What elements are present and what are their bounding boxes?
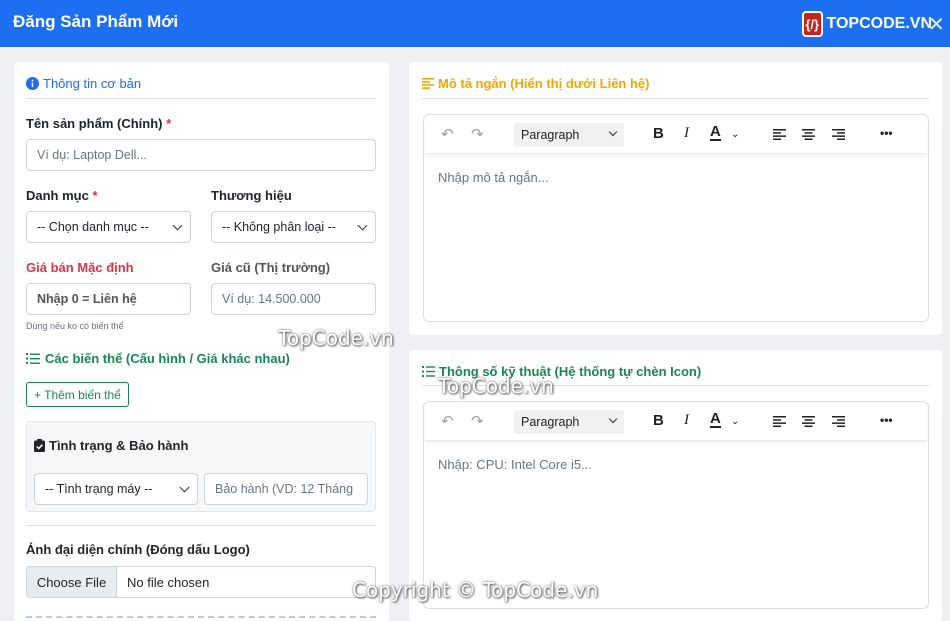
paragraph-select[interactable]: Paragraph (514, 410, 624, 434)
editor-toolbar: ↶ ↷ Paragraph B I A ⌄ ••• (425, 116, 927, 154)
undo-icon[interactable]: ↶ (441, 125, 454, 143)
redo-icon[interactable]: ↷ (471, 125, 484, 143)
chevron-down-icon[interactable]: ⌄ (731, 416, 739, 427)
category-label: Danh mục * (26, 188, 98, 203)
align-left-icon[interactable] (773, 416, 786, 427)
bold-button[interactable]: B (653, 412, 664, 429)
italic-button[interactable]: I (684, 412, 689, 429)
brand-label: Thương hiệu (211, 188, 292, 203)
divider (26, 525, 376, 526)
topcode-logo: {/} TOPCODE.VN (802, 9, 932, 39)
variants-title: Các biến thể (Cấu hình / Giá khác nhau) (45, 351, 290, 366)
undo-icon[interactable]: ↶ (441, 412, 454, 430)
editor-placeholder: Nhập mô tả ngắn... (438, 170, 549, 185)
align-left-icon[interactable] (773, 129, 786, 140)
chevron-down-icon (172, 220, 183, 231)
required-mark: * (166, 116, 172, 131)
list-icon (422, 366, 435, 377)
chevron-down-icon (179, 482, 190, 493)
editor-placeholder: Nhập: CPU: Intel Core i5... (438, 457, 592, 472)
warranty-heading: Tình trạng & Bảo hành (34, 438, 188, 453)
align-center-icon[interactable] (802, 416, 815, 427)
old-price-label: Giá cũ (Thị trường) (211, 260, 331, 275)
chevron-down-icon (608, 127, 618, 137)
chevron-down-icon (357, 220, 368, 231)
basic-info-heading: Thông tin cơ bản (26, 76, 141, 91)
main-image-label: Ảnh đại diện chính (Đóng dấu Logo) (26, 542, 250, 557)
add-variant-button[interactable]: + Thêm biến thể (26, 382, 129, 407)
price-label: Giá bán Mặc định (26, 260, 134, 275)
list-ol-icon (26, 353, 40, 364)
main-image-file-input[interactable]: Choose File No file chosen (26, 566, 376, 598)
close-icon[interactable]: ✕ (928, 12, 945, 37)
product-name-input[interactable]: Ví dụ: Laptop Dell... (26, 139, 376, 171)
align-center-icon[interactable] (802, 129, 815, 140)
watermark-text: TopCode.vn (278, 326, 394, 350)
category-label-text: Danh mục (26, 188, 89, 203)
redo-icon[interactable]: ↷ (471, 412, 484, 430)
category-select[interactable]: -- Chọn danh mục -- (26, 211, 191, 243)
align-left-icon (422, 78, 434, 89)
required-mark: * (92, 188, 98, 203)
basic-info-title: Thông tin cơ bản (43, 76, 142, 91)
copyright-watermark: Copyright © TopCode.vn (352, 578, 599, 602)
price-hint: Dùng nếu ko có biến thể (26, 321, 124, 331)
condition-select[interactable]: -- Tình trạng máy -- (34, 473, 198, 505)
category-select-value: -- Chọn danh mục -- (37, 220, 149, 234)
old-price-input[interactable]: Ví dụ: 14.500.000 (211, 283, 376, 315)
short-description-heading: Mô tả ngắn (Hiển thị dưới Liên hệ) (422, 76, 649, 91)
paragraph-select-value: Paragraph (521, 128, 580, 142)
editor-toolbar: ↶ ↷ Paragraph B I A ⌄ ••• (425, 403, 927, 441)
product-name-label-text: Tên sản phẩm (Chính) (26, 116, 163, 131)
warranty-input[interactable]: Bảo hành (VD: 12 Tháng (204, 473, 368, 505)
brand-select[interactable]: -- Không phân loại -- (211, 211, 376, 243)
dashed-divider (26, 616, 376, 618)
bold-button[interactable]: B (653, 125, 664, 142)
info-icon (26, 77, 39, 90)
align-right-icon[interactable] (832, 129, 845, 140)
align-right-icon[interactable] (832, 416, 845, 427)
short-description-title: Mô tả ngắn (Hiển thị dưới Liên hệ) (438, 76, 650, 91)
chevron-down-icon[interactable]: ⌄ (731, 129, 739, 140)
choose-file-button[interactable]: Choose File (27, 567, 117, 597)
paragraph-select-value: Paragraph (521, 415, 580, 429)
watermark-text: TopCode.vn (438, 374, 554, 398)
clipboard-check-icon (34, 439, 45, 452)
more-options-icon[interactable]: ••• (880, 126, 893, 140)
logo-badge-icon: {/} (802, 11, 823, 37)
font-color-button[interactable]: A (710, 124, 721, 141)
divider (422, 98, 929, 99)
divider (26, 98, 376, 99)
warranty-title: Tình trạng & Bảo hành (49, 438, 189, 453)
paragraph-select[interactable]: Paragraph (514, 123, 624, 147)
price-input[interactable]: Nhập 0 = Liên hệ (26, 283, 191, 315)
short-description-editor[interactable]: ↶ ↷ Paragraph B I A ⌄ ••• Nhập mô tả ngắ… (423, 114, 929, 322)
variants-heading: Các biến thể (Cấu hình / Giá khác nhau) (26, 351, 290, 366)
logo-text: TOPCODE.VN (826, 15, 933, 32)
modal-header: Đăng Sản Phẩm Mới {/} TOPCODE.VN ✕ (0, 0, 950, 47)
italic-button[interactable]: I (684, 125, 689, 142)
condition-select-value: -- Tình trạng máy -- (45, 482, 153, 496)
brand-select-value: -- Không phân loại -- (222, 220, 336, 234)
chevron-down-icon (608, 414, 618, 424)
modal-title: Đăng Sản Phẩm Mới (13, 12, 179, 31)
product-name-label: Tên sản phẩm (Chính) * (26, 116, 171, 131)
more-options-icon[interactable]: ••• (880, 413, 893, 427)
file-name-text: No file chosen (127, 574, 210, 590)
font-color-button[interactable]: A (710, 411, 721, 428)
